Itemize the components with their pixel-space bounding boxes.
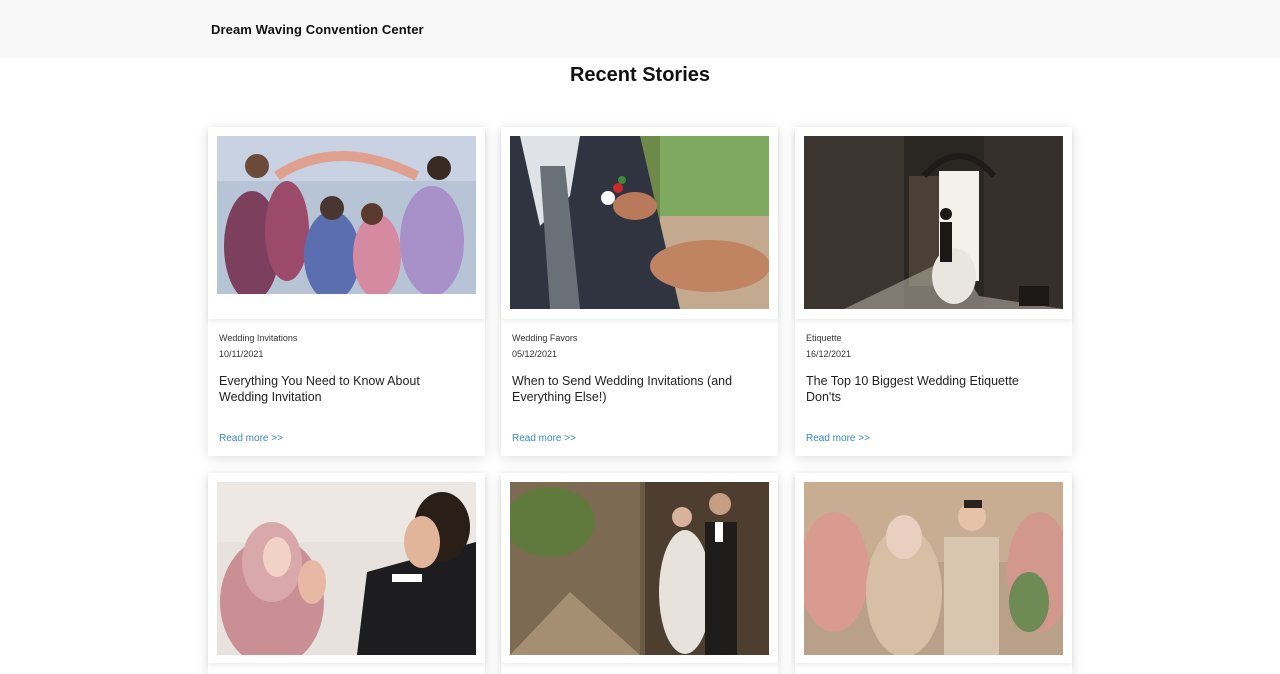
story-image-frame — [795, 473, 1072, 663]
story-date: 05/12/2021 — [512, 349, 558, 359]
read-more-link[interactable]: Read more >> — [219, 433, 283, 444]
page-title: Recent Stories — [569, 64, 711, 86]
story-image-floral-couple[interactable] — [804, 482, 1063, 655]
story-title[interactable]: When to Send Wedding Invitations (and Ev… — [512, 373, 762, 405]
top-navbar: Dream Waving Convention Center — [0, 0, 1280, 58]
story-category: Etiquette — [806, 333, 842, 343]
story-image-frame — [208, 127, 485, 319]
story-image-frame — [501, 473, 778, 663]
story-image-frame — [501, 127, 778, 319]
brand-logo-text[interactable]: Dream Waving Convention Center — [211, 22, 424, 37]
story-date: 16/12/2021 — [806, 349, 852, 359]
story-title[interactable]: Everything You Need to Know About Weddin… — [219, 373, 469, 405]
story-image-forest-couple[interactable] — [510, 482, 769, 655]
story-image-frame — [795, 127, 1072, 319]
story-title[interactable]: The Top 10 Biggest Wedding Etiquette Don… — [806, 373, 1056, 405]
story-card[interactable] — [501, 473, 778, 674]
story-category: Wedding Invitations — [219, 333, 298, 343]
read-more-link[interactable]: Read more >> — [806, 433, 870, 444]
story-card[interactable]: Etiquette 16/12/2021 The Top 10 Biggest … — [795, 127, 1072, 456]
story-image-frame — [208, 473, 485, 663]
story-date: 10/11/2021 — [219, 349, 264, 359]
read-more-link[interactable]: Read more >> — [512, 433, 576, 444]
story-image-wedding-guests[interactable] — [217, 136, 476, 294]
story-category: Wedding Favors — [512, 333, 578, 343]
story-card[interactable]: Wedding Favors 05/12/2021 When to Send W… — [501, 127, 778, 456]
story-card[interactable]: Wedding Invitations 10/11/2021 Everythin… — [208, 127, 485, 456]
story-image-boutonniere[interactable] — [510, 136, 769, 309]
story-card[interactable] — [795, 473, 1072, 674]
story-image-hijab-couple[interactable] — [217, 482, 476, 655]
story-card[interactable] — [208, 473, 485, 674]
story-image-church-door[interactable] — [804, 136, 1063, 309]
